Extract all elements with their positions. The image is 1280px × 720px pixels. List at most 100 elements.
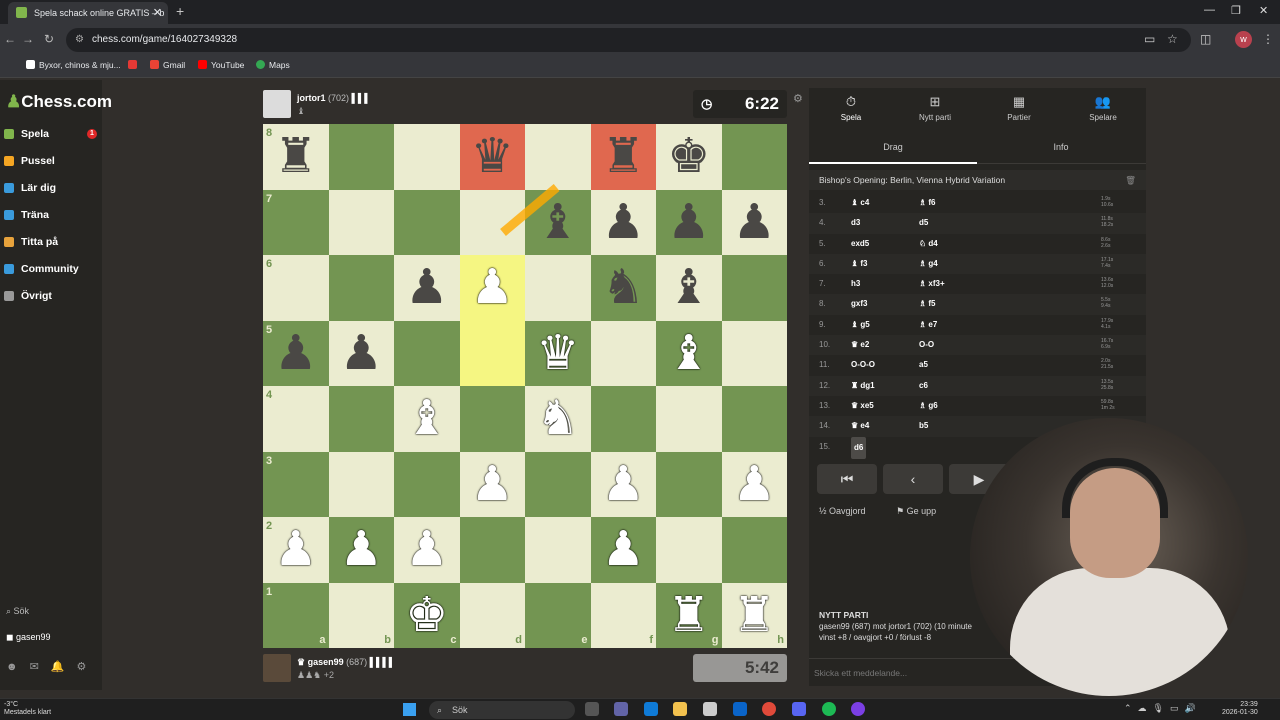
square-d1[interactable]: d [459,582,525,648]
square-h2[interactable] [721,517,787,583]
white-pawn-icon[interactable]: ♟ [733,458,776,511]
black-queen-icon[interactable]: ♛ [471,130,514,183]
white-knight-icon[interactable]: ♞ [536,392,579,445]
black-move[interactable]: c6 [919,376,928,396]
white-bishop-icon[interactable]: ♝ [667,327,710,380]
top-player-name[interactable]: jortor1 (702) ▌▌▌ [297,93,371,103]
black-move[interactable]: ♗ f5 [919,294,936,314]
square-b8[interactable] [328,124,394,190]
square-e6[interactable] [525,255,591,321]
square-d6[interactable]: ♟ [459,255,525,321]
black-move[interactable]: ♘ d4 [919,234,938,254]
menu-kebab-icon[interactable]: ⋮ [1262,32,1274,46]
square-f7[interactable]: ♟ [590,189,656,255]
black-knight-icon[interactable]: ♞ [602,261,645,314]
square-h1[interactable]: h ♜ [721,582,787,648]
white-pawn-icon[interactable]: ♟ [602,458,645,511]
white-move[interactable]: ♜ dg1 [851,376,875,396]
reload-icon[interactable]: ↻ [44,32,54,46]
white-move[interactable]: ♝ f3 [851,254,868,274]
tab-spelare[interactable]: 👥 Spelare [1061,94,1145,122]
black-pawn-icon[interactable]: ♟ [274,327,317,380]
sidebar-item-trana[interactable]: Träna [4,205,102,225]
square-e4[interactable]: ♞ [525,386,591,452]
white-move[interactable]: d6 [851,436,867,459]
square-h5[interactable] [721,320,787,386]
sidebar-item-community[interactable]: Community [4,259,102,279]
square-c3[interactable] [394,451,460,517]
square-a8[interactable]: 8 ♜ [263,124,329,190]
back-icon[interactable]: ← [4,32,16,46]
square-c6[interactable]: ♟ [394,255,460,321]
square-h4[interactable] [721,386,787,452]
white-bishop-icon[interactable]: ♝ [405,392,448,445]
square-g7[interactable]: ♟ [656,189,722,255]
bottom-player-name[interactable]: ♛ gasen99 (687) ▌▌▌▌ [297,657,395,668]
square-e8[interactable] [525,124,591,190]
minimize-icon[interactable]: — [1204,4,1215,16]
black-move[interactable]: ♗ g4 [919,254,938,274]
tab-info[interactable]: Info [977,142,1145,152]
sidebar-item-titta-pa[interactable]: Titta på [4,232,102,252]
square-h7[interactable]: ♟ [721,189,787,255]
close-tab-icon[interactable]: ✕ [153,2,162,24]
white-move[interactable]: gxf3 [851,294,867,314]
forward-icon[interactable]: → [22,32,34,46]
taskbar-search[interactable]: ⌕ Sök [429,701,575,719]
draw-button[interactable]: ½ Oavgjord [819,506,880,516]
sidebar-search[interactable]: ⌕ Sök [6,606,29,617]
cast-icon[interactable]: ▭ [1144,32,1155,46]
sidebar-item-ovrigt[interactable]: Övrigt [4,286,102,306]
start-button[interactable] [403,703,416,716]
square-b2[interactable]: ♟ [328,517,394,583]
square-a3[interactable]: 3 [263,451,329,517]
square-b5[interactable]: ♟ [328,320,394,386]
tab-spela[interactable]: ⏱ Spela [809,94,893,122]
square-a6[interactable]: 6 [263,255,329,321]
square-a4[interactable]: 4 [263,386,329,452]
white-pawn-icon[interactable]: ♟ [274,523,317,576]
clock-widget[interactable]: 23:39 2026-01-30 [1222,701,1258,717]
square-g8[interactable]: ♚ [656,124,722,190]
square-a1[interactable]: 1a [263,582,329,648]
square-g2[interactable] [656,517,722,583]
square-e3[interactable] [525,451,591,517]
black-pawn-icon[interactable]: ♟ [602,196,645,249]
black-move[interactable]: ♗ e7 [919,315,937,335]
black-pawn-icon[interactable]: ♟ [733,196,776,249]
black-move[interactable]: O-O [919,335,934,355]
white-move[interactable]: ♝ g5 [851,315,870,335]
white-move[interactable]: d3 [851,213,860,233]
square-b4[interactable] [328,386,394,452]
tab-drag[interactable]: Drag [809,142,977,164]
white-queen-icon[interactable]: ♛ [536,327,579,380]
top-player-avatar[interactable] [263,90,291,118]
site-info-icon[interactable]: ⚙ [75,28,84,52]
sidebar-user[interactable]: ◼ gasen99 [6,632,51,643]
bookmark-star-icon[interactable]: ☆ [1167,32,1178,46]
square-d5[interactable] [459,320,525,386]
square-f4[interactable] [590,386,656,452]
square-h6[interactable] [721,255,787,321]
resign-button[interactable]: ⚑ Ge upp [896,506,950,516]
trash-icon[interactable]: 🗑 [1125,170,1136,190]
black-pawn-icon[interactable]: ♟ [667,196,710,249]
sidebar-item-pussel[interactable]: Pussel [4,151,102,171]
black-move[interactable]: d5 [919,213,928,233]
square-f3[interactable]: ♟ [590,451,656,517]
square-b6[interactable] [328,255,394,321]
bookmark-item[interactable]: Byxor, chinos & mju... [26,60,121,70]
url-input[interactable]: ⚙ chess.com/game/164027349328 [66,28,1191,52]
square-g6[interactable]: ♝ [656,255,722,321]
edge-icon[interactable] [644,702,658,716]
app-icon[interactable] [851,702,865,716]
black-move[interactable]: a5 [919,355,928,375]
square-e5[interactable]: ♛ [525,320,591,386]
bookmark-item[interactable]: Maps [256,60,290,70]
white-pawn-icon[interactable]: ♟ [602,523,645,576]
square-a7[interactable]: 7 [263,189,329,255]
black-move[interactable]: ♗ f6 [919,193,936,213]
white-move[interactable]: ♛ e4 [851,416,869,436]
square-d2[interactable] [459,517,525,583]
black-move[interactable]: ♗ g6 [919,396,938,416]
